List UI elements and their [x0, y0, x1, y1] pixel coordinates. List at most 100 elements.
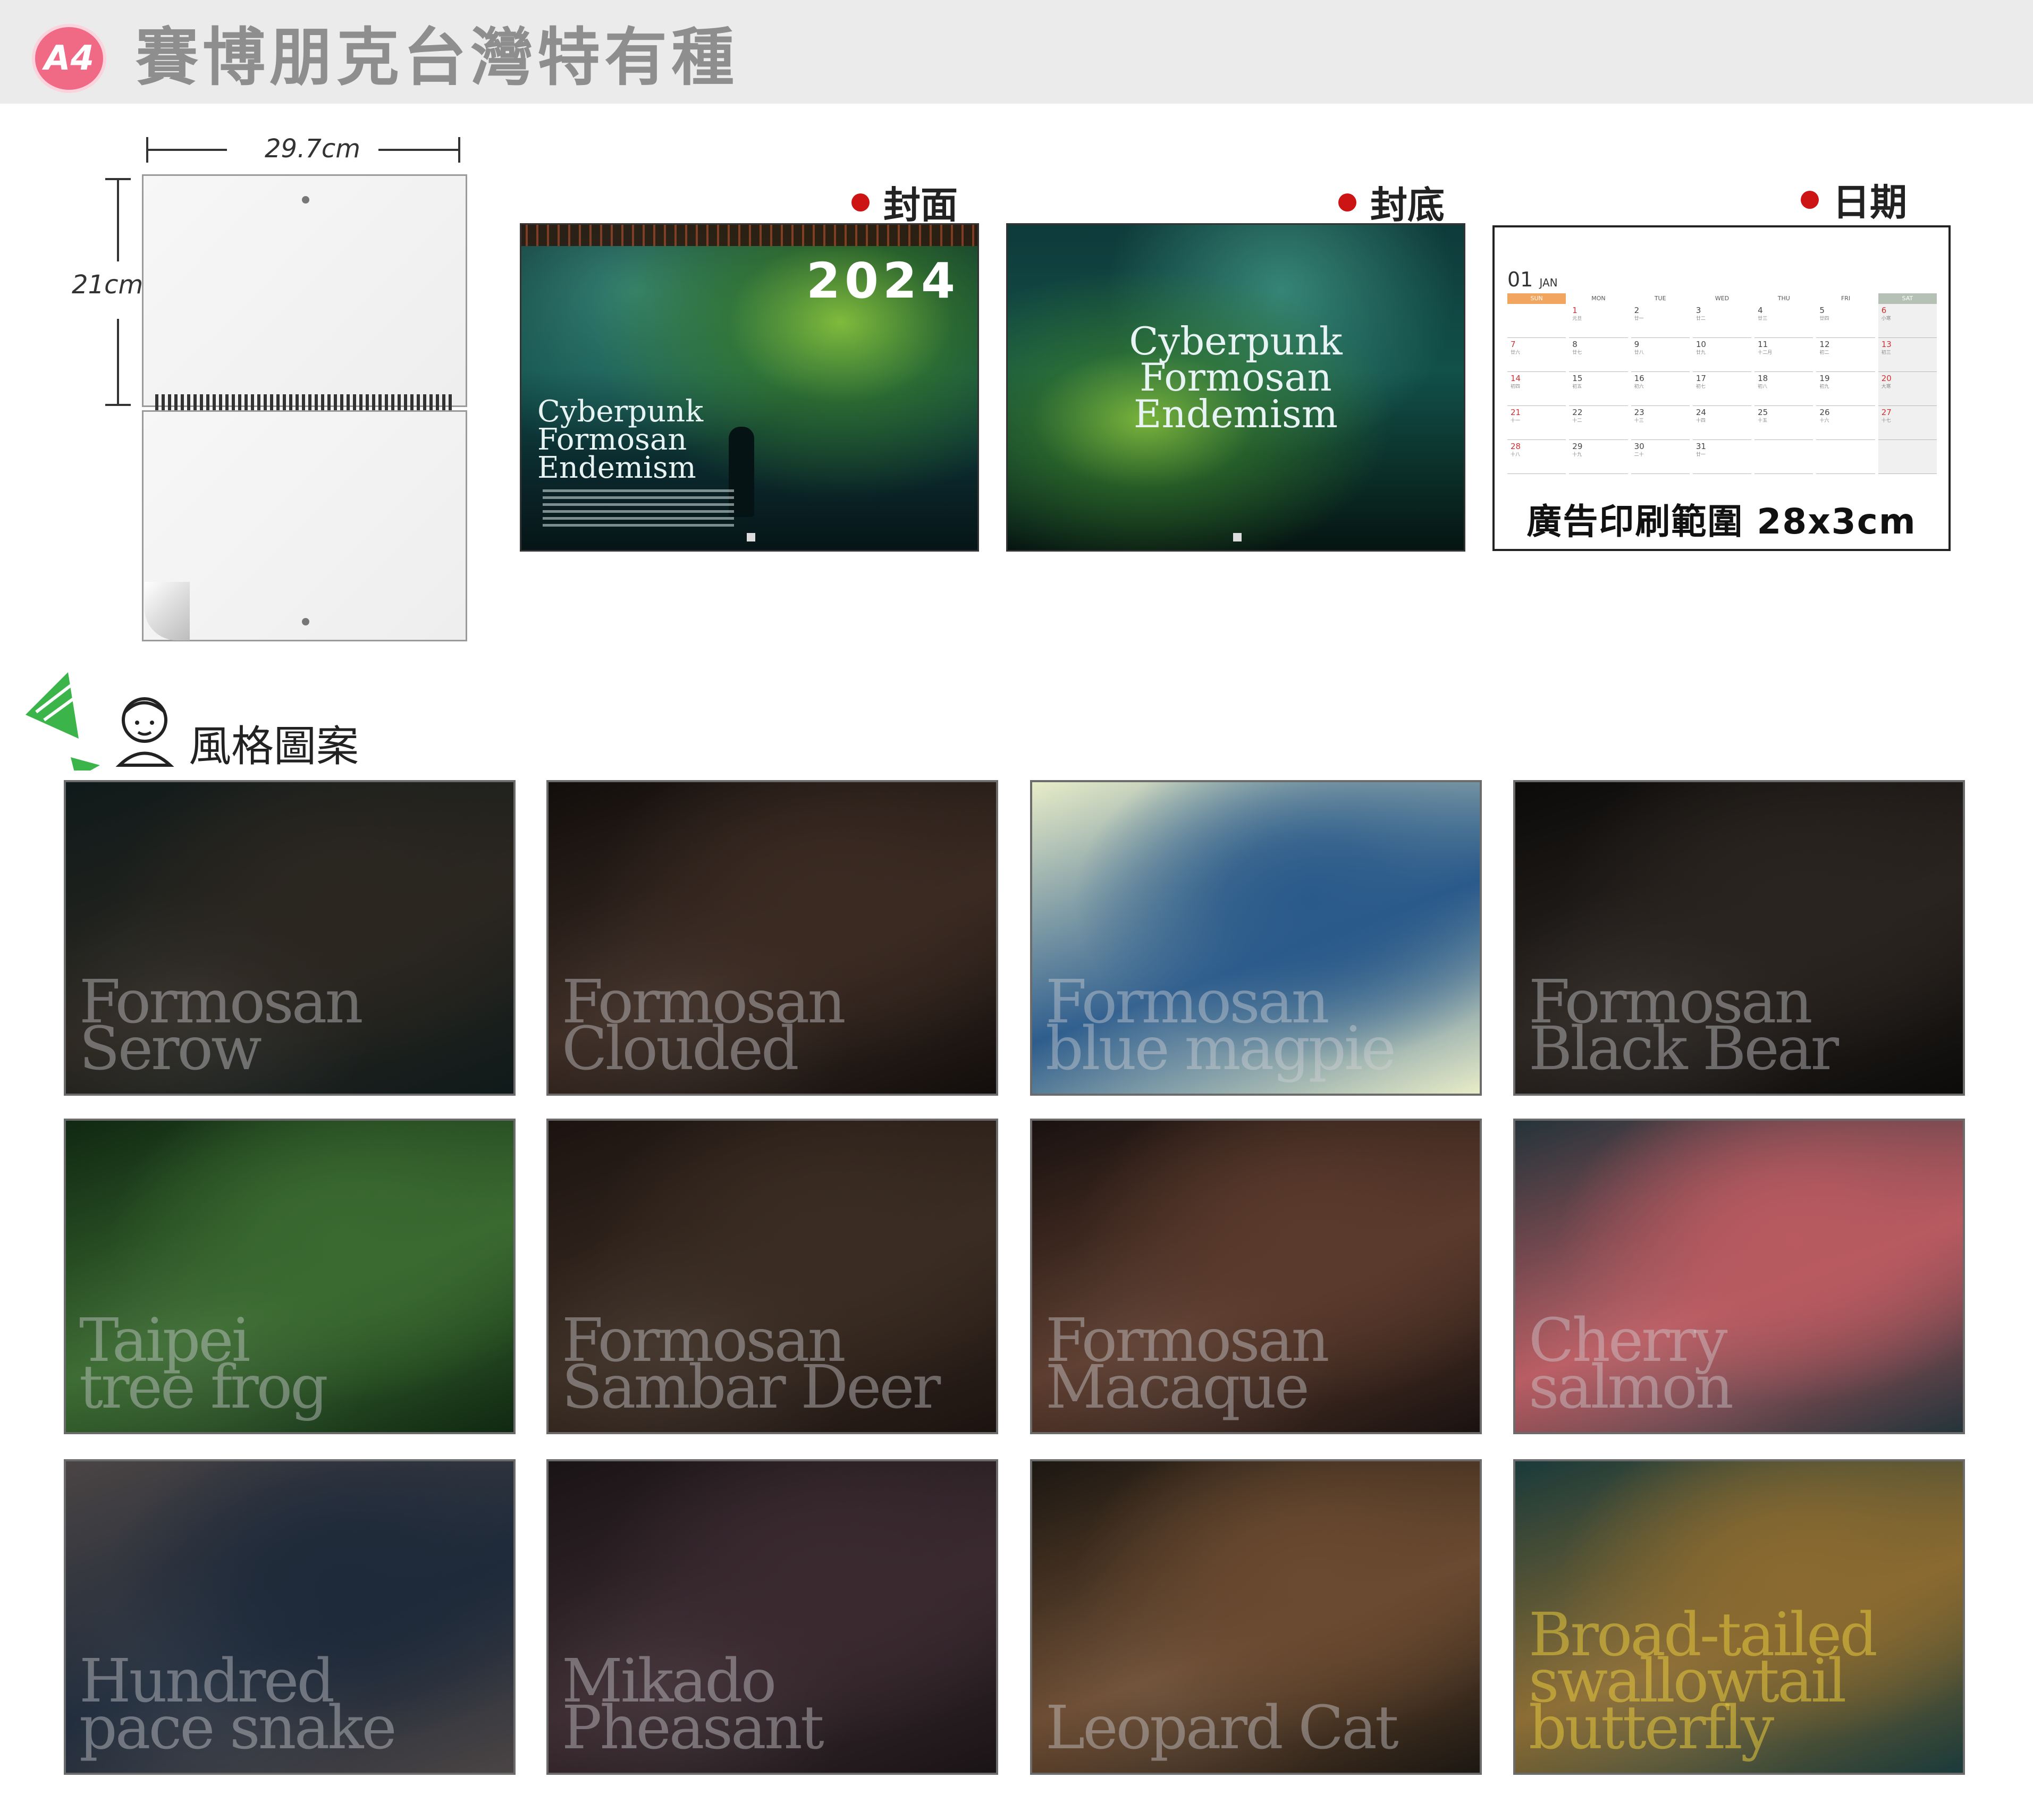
calendar-grid: SUN MON TUE WED THU FRI SAT 1 元旦 2 廿一 3 廿二 … — [1507, 293, 1937, 474]
tile-label: Formosan blue magpie — [1045, 968, 1396, 1083]
red-dot-icon — [1801, 190, 1819, 209]
ad-print-range: 廣告印刷範圍 28x3cm — [1526, 501, 1917, 542]
cover-label-text: 封面 — [883, 183, 958, 227]
pattern-tile[interactable]: Formosan Clouded — [546, 780, 998, 1096]
page-title: 賽博朋克台灣特有種 — [136, 21, 739, 94]
calendar-day-cell: 29 十九 — [1569, 440, 1628, 474]
weekday-header: MON — [1591, 295, 1606, 302]
cover-label: 封面 — [851, 175, 958, 229]
cover-binding-strip — [521, 225, 977, 246]
calendar-month-name: JAN — [1539, 276, 1558, 289]
calendar-day-cell: 9 廿八 — [1631, 338, 1690, 372]
calendar-day-cell: 28 十八 — [1507, 440, 1566, 474]
calendar-day-cell: 17 初七 — [1692, 372, 1752, 406]
cover-title-line: Endemism — [537, 451, 696, 486]
weekday-header: THU — [1777, 295, 1790, 302]
pattern-tile[interactable]: Leopard Cat — [1030, 1459, 1482, 1775]
pattern-tile[interactable]: Hundred pace snake — [64, 1459, 516, 1775]
height-dimension-line-top — [117, 179, 119, 261]
back-title-line: Cyberpunk — [1129, 319, 1343, 363]
back-title-line: Formosan — [1140, 355, 1332, 400]
calendar-day-cell: 24 十四 — [1692, 406, 1752, 440]
tile-label: Formosan Clouded — [562, 968, 846, 1083]
width-dimension-line-right — [378, 149, 458, 151]
calendar-day-cell: 19 初九 — [1816, 372, 1875, 406]
calendar-day-cell: 22 十二 — [1569, 406, 1628, 440]
back-label: 封底 — [1338, 175, 1445, 229]
tile-label: Formosan Black Bear — [1529, 968, 1839, 1083]
calendar-day-cell: 6 小寒 — [1878, 304, 1937, 338]
tile-label: Mikado Pheasant — [562, 1647, 824, 1763]
cover-fine-print — [543, 485, 734, 531]
cover-title-line: Formosan — [537, 422, 687, 458]
pattern-tile[interactable]: Formosan Sambar Deer — [546, 1119, 998, 1434]
calendar-day-cell: 31 廿一 — [1692, 440, 1752, 474]
width-dimension-tick-right — [458, 137, 460, 163]
cover-year: 2024 — [806, 252, 959, 309]
calendar-month: 01 JAN — [1507, 268, 1558, 291]
date-label: 日期 — [1801, 173, 1907, 226]
height-label: 21cm — [72, 270, 144, 300]
date-label-text: 日期 — [1833, 181, 1907, 224]
calendar-day-cell: 21 十一 — [1507, 406, 1566, 440]
cover-title-line: Cyberpunk — [537, 394, 704, 429]
weekday-header: SUN — [1507, 293, 1566, 304]
cover-preview: 2024 Cyberpunk Formosan Endemism — [520, 223, 979, 552]
tile-label: Formosan Macaque — [1045, 1306, 1330, 1422]
height-dimension-line-bottom — [117, 319, 119, 404]
calendar-month-number: 01 — [1507, 268, 1533, 291]
calendar-day-cell: 7 廿六 — [1507, 338, 1566, 372]
calendar-bottom-sheet — [142, 410, 467, 641]
calendar-day-cell: 16 初六 — [1631, 372, 1690, 406]
calendar-day-cell: 23 十三 — [1631, 406, 1690, 440]
red-dot-icon — [1338, 193, 1356, 211]
calendar-day-cell: 3 廿二 — [1692, 304, 1752, 338]
calendar-day-cell: 2 廿一 — [1631, 304, 1690, 338]
calendar-day-cell: 1 元旦 — [1569, 304, 1628, 338]
weekday-header: TUE — [1654, 295, 1666, 302]
width-label: 29.7cm — [265, 134, 361, 164]
calendar-day-cell: 30 二十 — [1631, 440, 1690, 474]
tile-label: Broad-tailed swallowtail butterfly — [1529, 1600, 1878, 1763]
green-triangle-icon — [26, 672, 100, 771]
calendar-day-cell: 20 大寒 — [1878, 372, 1937, 406]
pattern-tile[interactable]: Cherry salmon — [1513, 1119, 1965, 1434]
calendar-day-cell: 12 初二 — [1816, 338, 1875, 372]
logo-mark — [1233, 533, 1242, 541]
calendar-day-cell: 14 初四 — [1507, 372, 1566, 406]
calendar-day-cell: 5 廿四 — [1816, 304, 1875, 338]
pattern-tile[interactable]: Mikado Pheasant — [546, 1459, 998, 1775]
back-title: Cyberpunk Formosan Endemism — [1008, 319, 1464, 436]
pattern-tile[interactable]: Formosan blue magpie — [1030, 780, 1482, 1096]
a4-badge: A4 — [32, 24, 106, 93]
red-dot-icon — [851, 193, 870, 211]
pattern-tile[interactable]: Taipei tree frog — [64, 1119, 516, 1434]
pattern-tile[interactable]: Formosan Black Bear — [1513, 780, 1965, 1096]
weekday-header: WED — [1715, 295, 1730, 302]
hanging-hole — [302, 196, 309, 204]
weekday-header: SAT — [1878, 293, 1937, 304]
height-dimension-tick-bottom — [105, 404, 131, 406]
weekday-header: FRI — [1841, 295, 1851, 302]
back-preview: Cyberpunk Formosan Endemism — [1006, 223, 1465, 552]
calendar-day-cell: 10 廿九 — [1692, 338, 1752, 372]
calendar-day-cell: 18 初八 — [1754, 372, 1813, 406]
width-dimension-line-left — [147, 149, 227, 151]
calendar-day-cell — [1754, 440, 1813, 474]
date-preview-card: 01 JAN SUN MON TUE WED THU FRI SAT 1 元旦 2… — [1492, 225, 1951, 551]
calendar-day-cell — [1878, 440, 1937, 474]
calendar-day-cell: 13 初三 — [1878, 338, 1937, 372]
section-title: 風格圖案 — [189, 722, 359, 771]
pattern-tile[interactable]: Formosan Serow — [64, 780, 516, 1096]
tile-label: Taipei tree frog — [79, 1306, 328, 1422]
hanging-hole — [302, 618, 309, 625]
pattern-tile[interactable]: Broad-tailed swallowtail butterfly — [1513, 1459, 1965, 1775]
calendar-day-cell — [1507, 304, 1566, 338]
pattern-tile[interactable]: Formosan Macaque — [1030, 1119, 1482, 1434]
tile-label: Hundred pace snake — [79, 1647, 397, 1763]
tile-label: Formosan Sambar Deer — [562, 1306, 941, 1422]
calendar-day-cell — [1816, 440, 1875, 474]
cover-title: Cyberpunk Formosan Endemism — [537, 394, 777, 486]
calendar-top-sheet — [142, 174, 467, 407]
back-title-line: Endemism — [1133, 391, 1338, 436]
